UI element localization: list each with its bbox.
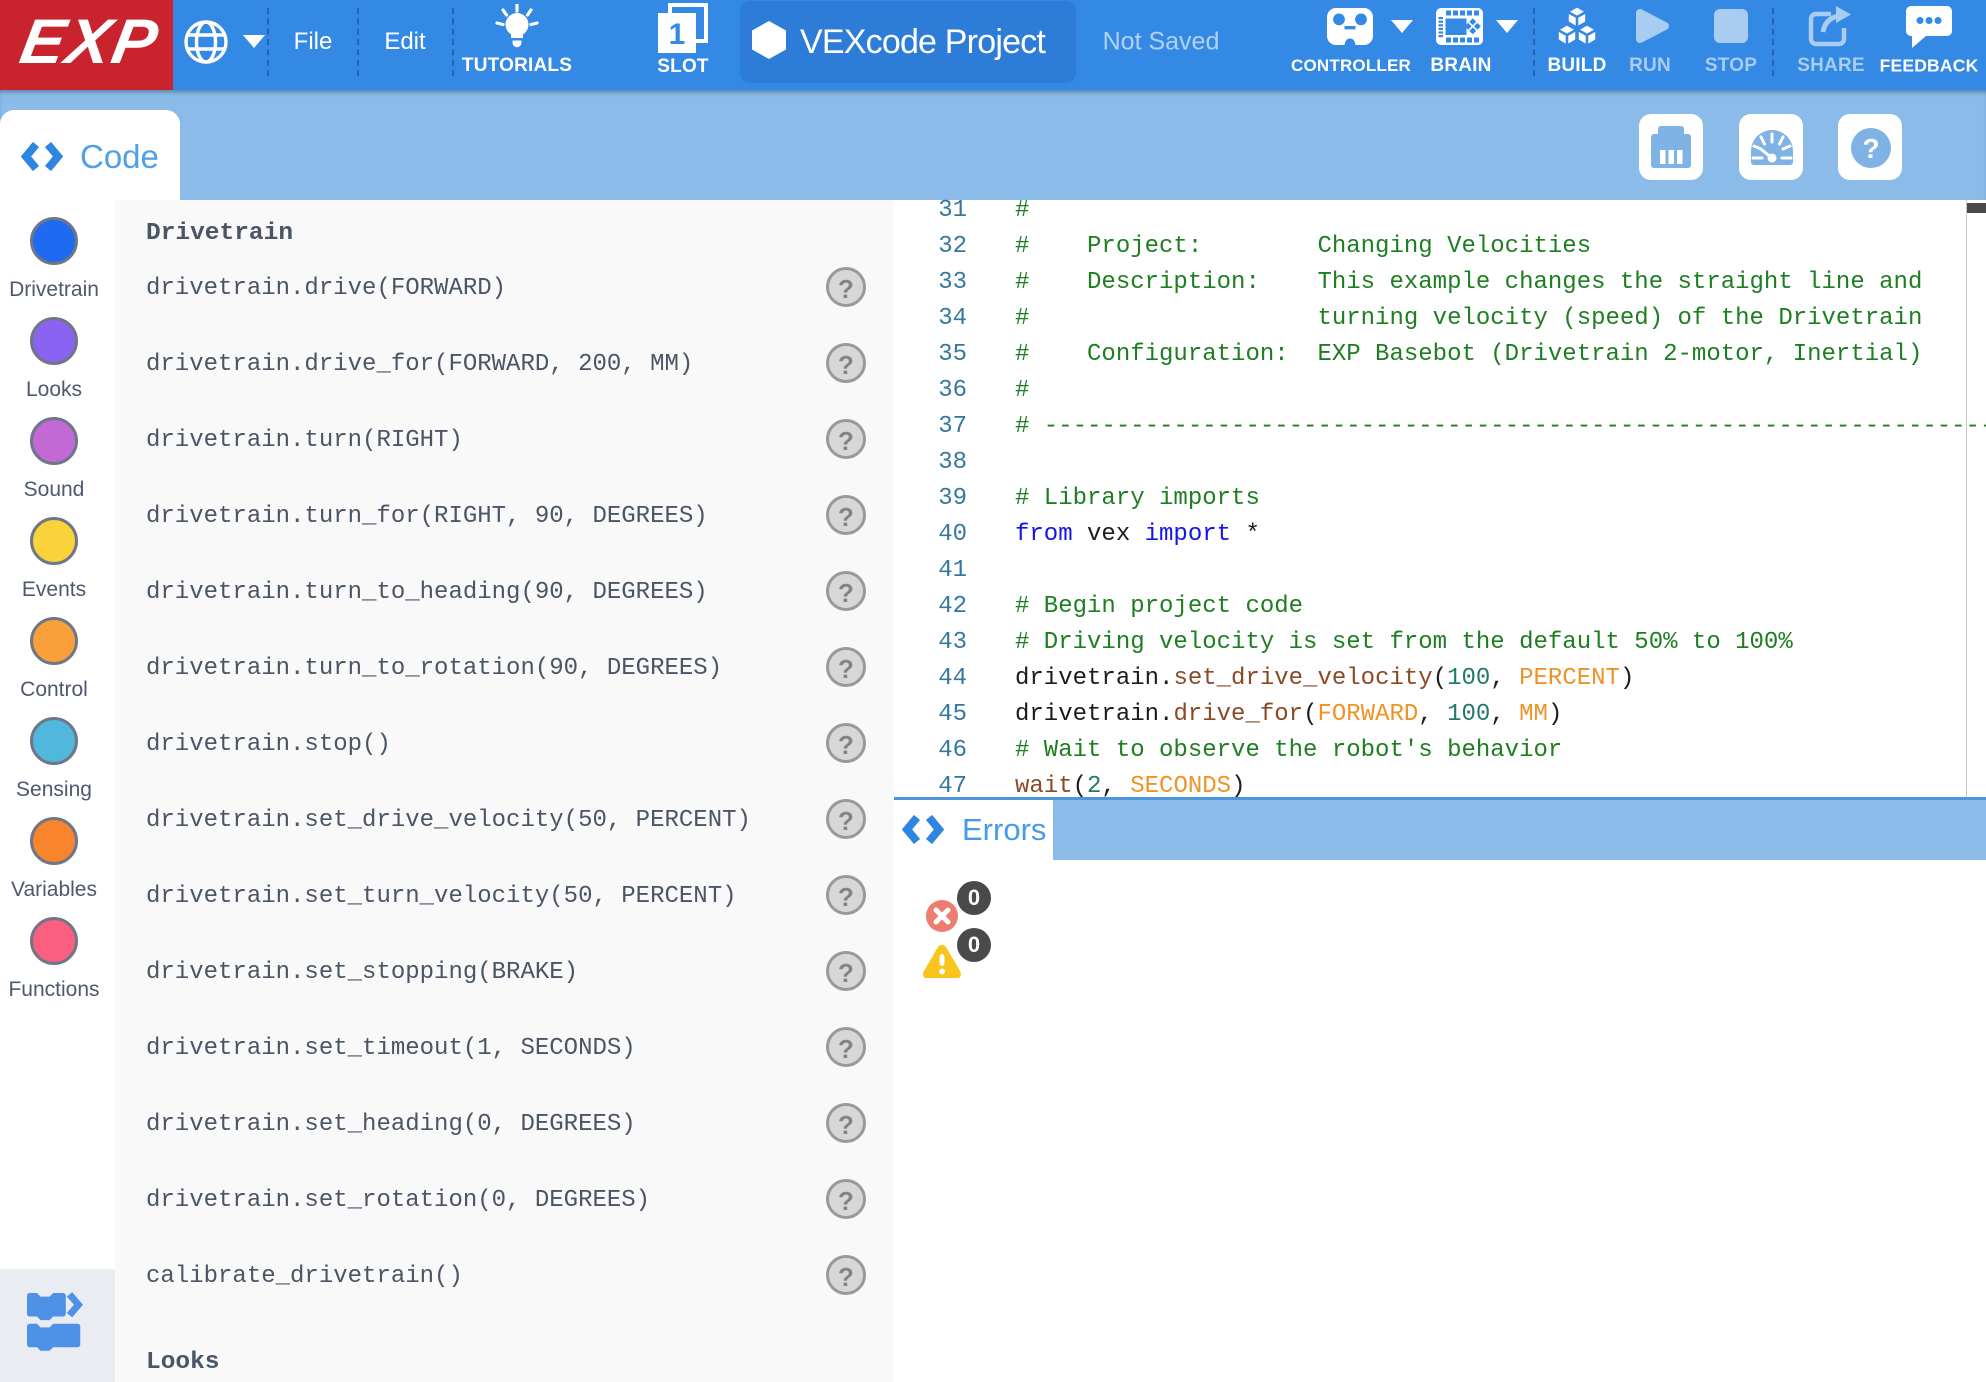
svg-text:?: ? bbox=[1862, 133, 1879, 164]
svg-text:1: 1 bbox=[669, 18, 686, 51]
